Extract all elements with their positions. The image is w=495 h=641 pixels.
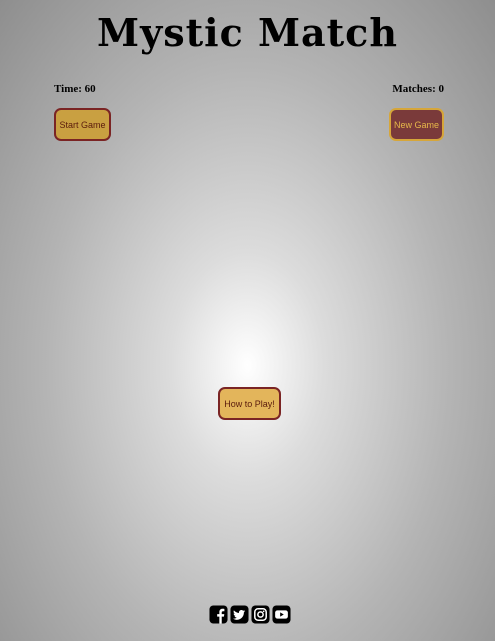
game-title: Mystic Match: [97, 10, 398, 55]
facebook-icon[interactable]: [209, 605, 228, 624]
time-display: Time: 60: [54, 83, 96, 95]
twitter-icon[interactable]: [230, 605, 249, 624]
how-to-play-button[interactable]: How to Play!: [218, 387, 281, 420]
matches-display: Matches: 0: [392, 83, 444, 95]
new-game-label: New Game: [393, 119, 439, 130]
start-game-label: Start Game: [59, 119, 106, 130]
new-game-button[interactable]: New Game: [389, 108, 444, 141]
start-game-button[interactable]: Start Game: [54, 108, 111, 141]
youtube-icon[interactable]: [272, 605, 291, 624]
instagram-icon[interactable]: [251, 605, 270, 624]
how-to-play-label: How to Play!: [224, 398, 275, 409]
social-links: [209, 605, 291, 624]
